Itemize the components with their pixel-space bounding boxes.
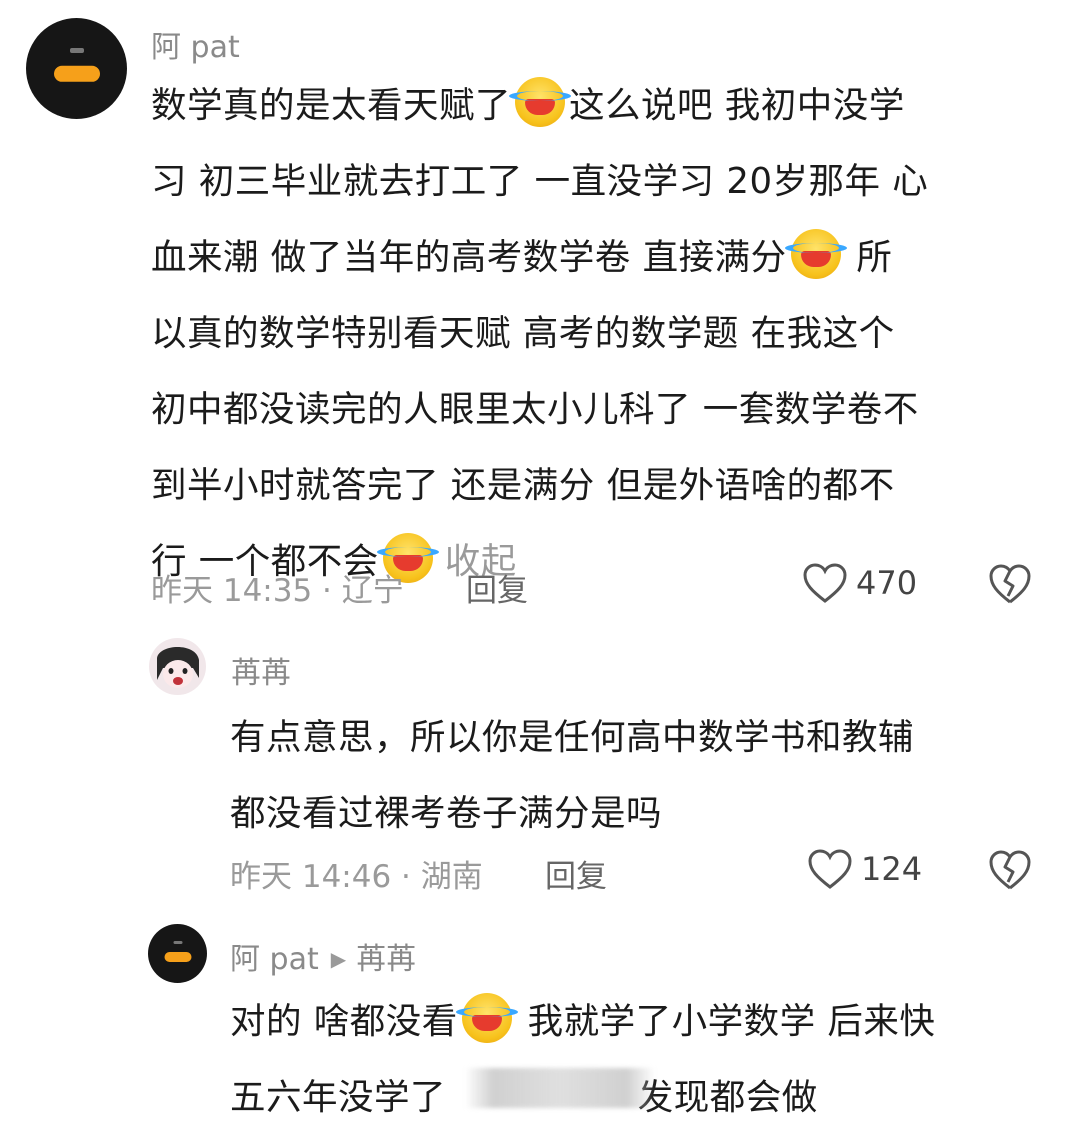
username[interactable]: 阿 pat [151,22,240,66]
laugh-cry-emoji-icon [784,229,847,279]
avatar[interactable] [26,18,127,119]
laugh-cry-emoji-icon [455,993,518,1043]
username[interactable]: 阿 pat ▶ 苒苒 [230,934,416,978]
comment-text: 对的 啥都没看 我就学了小学数学 后来快 五六年没学了 发现都会做 [230,984,1060,1136]
play-triangle-icon: ▶ [330,947,347,971]
like-button[interactable]: 470 [802,562,917,604]
comment-text: 数学真的是太看天赋了 这么说吧 我初中没学 习 初三毕业就去打工了 一直没学习 2… [151,68,1051,600]
like-count: 470 [856,564,918,602]
username[interactable]: 苒苒 [231,648,291,692]
broken-heart-icon[interactable] [988,563,1032,605]
reply-to-user[interactable]: 苒苒 [356,942,416,977]
timestamp-location: 昨天 14:46 · 湖南 [230,859,483,895]
avatar[interactable] [148,924,207,983]
like-button[interactable]: 124 [807,848,922,890]
reply-button[interactable]: 回复 [466,565,528,610]
broken-heart-icon[interactable] [988,849,1032,891]
heart-outline-icon [802,562,848,604]
timestamp-location: 昨天 14:35 · 辽宁 [151,573,404,609]
comment-text: 有点意思，所以你是任何高中数学书和教辅 都没看过裸考卷子满分是吗 [230,717,915,834]
laugh-cry-emoji-icon [509,77,572,127]
like-count: 124 [861,850,923,888]
heart-outline-icon [807,848,853,890]
avatar[interactable] [149,638,206,695]
reply-button[interactable]: 回复 [545,851,607,896]
obscured-text-overlay [465,1068,655,1108]
